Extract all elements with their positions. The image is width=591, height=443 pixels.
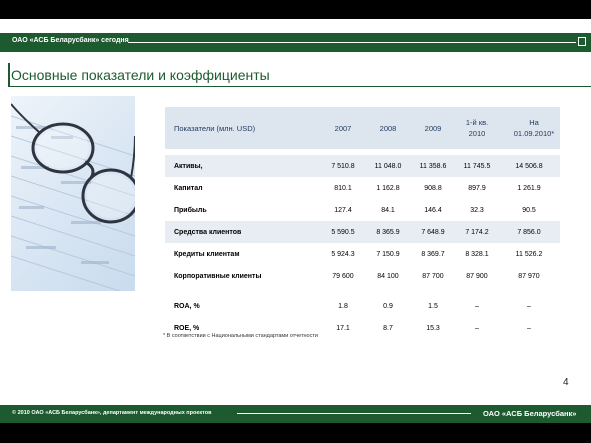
table-row: Капитал 810.1 1 162.8 908.8 897.9 1 261.… <box>165 177 560 199</box>
table-cell: 79 600 <box>332 272 354 280</box>
table-cell: 7 174.2 <box>465 228 489 236</box>
row-label: Капитал <box>174 184 203 192</box>
footer-divider <box>237 413 471 414</box>
row-label: ROA, % <box>174 302 200 310</box>
table-row: Кредиты клиентам 5 924.3 7 150.9 8 369.7… <box>165 243 560 265</box>
glasses-on-documents-image <box>11 96 135 291</box>
column-header: 1-й кв. 2010 <box>465 118 489 138</box>
company-header: ОАО «АСБ Беларусбанк» сегодня <box>12 37 129 44</box>
table-row: Средства клиентов 5 590.5 8 365.9 7 648.… <box>165 221 560 243</box>
table-cell: 810.1 <box>334 184 352 192</box>
row-label: Кредиты клиентам <box>174 250 240 258</box>
table-row: Активы, 7 510.8 11 048.0 11 358.6 11 745… <box>165 155 560 177</box>
table-cell: 87 900 <box>466 272 488 280</box>
table-row: Прибыль 127.4 84.1 146.4 32.3 90.5 <box>165 199 560 221</box>
footer-copyright: © 2010 ОАО «АСБ Беларусбанк», департамен… <box>12 410 212 416</box>
table-cell: 5 924.3 <box>331 250 355 258</box>
table-cell: 1.5 <box>428 302 438 310</box>
table-cell: – <box>475 324 479 332</box>
table-cell: 84 100 <box>377 272 399 280</box>
table-cell: 8 365.9 <box>376 228 400 236</box>
row-label: Корпоративные клиенты <box>174 272 262 280</box>
table-header-row: Показатели (млн. USD) 2007 2008 2009 1-й… <box>165 107 560 149</box>
table-cell: 0.9 <box>383 302 393 310</box>
table-cell: 1 261.9 <box>517 184 541 192</box>
footer-brand: ОАО «АСБ Беларусбанк» <box>483 409 577 418</box>
table-cell: 11 048.0 <box>374 162 402 170</box>
slide: ОАО «АСБ Беларусбанк» сегодня Основные п… <box>0 19 591 423</box>
table-cell: 87 970 <box>518 272 540 280</box>
table-cell: 897.9 <box>468 184 486 192</box>
table-cell: 5 590.5 <box>331 228 355 236</box>
table-cell: – <box>475 302 479 310</box>
table-cell: 11 358.6 <box>419 162 447 170</box>
table-cell: 11 526.2 <box>515 250 543 258</box>
table-cell: 7 856.0 <box>517 228 541 236</box>
column-header: 2009 <box>424 123 442 133</box>
page-number: 4 <box>563 377 569 388</box>
table-cell: 1 162.8 <box>376 184 400 192</box>
table-cell: 14 506.8 <box>515 162 543 170</box>
column-header: На 01.09.2010* <box>513 118 555 138</box>
table-cell: 7 648.9 <box>421 228 445 236</box>
table-row: Корпоративные клиенты 79 600 84 100 87 7… <box>165 265 560 287</box>
table-cell: 8.7 <box>383 324 393 332</box>
column-header: 2008 <box>379 123 397 133</box>
table-cell: 146.4 <box>424 206 442 214</box>
table-cell: 8 369.7 <box>421 250 445 258</box>
column-header: Показатели (млн. USD) <box>174 123 256 133</box>
header-divider <box>128 42 576 43</box>
row-label: Средства клиентов <box>174 228 242 236</box>
table-cell: – <box>527 302 531 310</box>
column-header: 2007 <box>334 123 352 133</box>
row-label: Прибыль <box>174 206 207 214</box>
top-bar: ОАО «АСБ Беларусбанк» сегодня <box>0 33 591 52</box>
footer-bar: © 2010 ОАО «АСБ Беларусбанк», департамен… <box>0 405 591 423</box>
table-cell: 32.3 <box>470 206 484 214</box>
table-cell: 8 328.1 <box>465 250 489 258</box>
corner-box-icon <box>578 37 586 46</box>
table-cell: 1.8 <box>338 302 348 310</box>
row-label: Активы, <box>174 162 203 170</box>
table-cell: 87 700 <box>422 272 444 280</box>
table-cell: 90.5 <box>522 206 536 214</box>
table-cell: 7 510.8 <box>331 162 355 170</box>
glasses-illustration <box>11 103 135 291</box>
table-row: ROA, % 1.8 0.9 1.5 – – <box>165 295 560 317</box>
table-cell: 84.1 <box>381 206 395 214</box>
table-cell: 15.3 <box>426 324 440 332</box>
table-cell: 11 745.5 <box>463 162 491 170</box>
table-cell: – <box>527 324 531 332</box>
title-accent <box>8 63 10 87</box>
table-cell: 17.1 <box>336 324 350 332</box>
table-cell: 7 150.9 <box>376 250 400 258</box>
footnote: * В соответствии с Национальными стандар… <box>163 333 318 339</box>
table-cell: 127.4 <box>334 206 352 214</box>
table-cell: 908.8 <box>424 184 442 192</box>
page-title: Основные показатели и коэффициенты <box>11 67 270 83</box>
title-rule <box>8 86 591 87</box>
